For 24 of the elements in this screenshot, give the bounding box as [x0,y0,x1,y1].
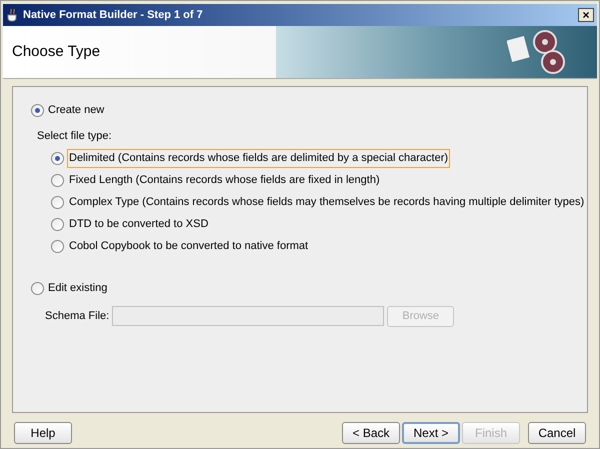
close-button[interactable]: × [578,8,594,22]
radio-button[interactable] [31,282,44,295]
radio-label: Delimited (Contains records whose fields are delimited by a special character) [67,149,450,168]
radio-label: Fixed Length (Contains records whose fields are fixed in length) [68,173,381,188]
dialog-button[interactable]: Cancel [528,422,586,444]
radio-button[interactable] [51,240,64,253]
radio-button[interactable] [31,104,44,116]
film-reel-icon [507,28,567,76]
radio-button[interactable] [51,174,64,187]
radio-button[interactable] [51,218,64,231]
page-title: Choose Type [12,42,100,62]
dialog-button[interactable]: Help [14,422,72,444]
dialog-button[interactable]: Next > [402,422,460,444]
section-label: Select file type: [37,129,113,144]
radio-label: Complex Type (Contains records whose fields may themselves be records having multiple delimiter types) [68,195,586,210]
radio-label: DTD to be converted to XSD [68,217,210,232]
radio-label: Create new [48,102,104,118]
radio-button[interactable] [51,196,64,209]
dialog-button[interactable]: < Back [342,422,400,444]
window-title: Native Format Builder - Step 1 of 7 [23,8,204,23]
field-label: Schema File: [45,308,110,324]
radio-label: Cobol Copybook to be converted to native format [68,239,310,254]
radio-button[interactable] [51,152,64,165]
radio-label: Edit existing [48,281,108,296]
